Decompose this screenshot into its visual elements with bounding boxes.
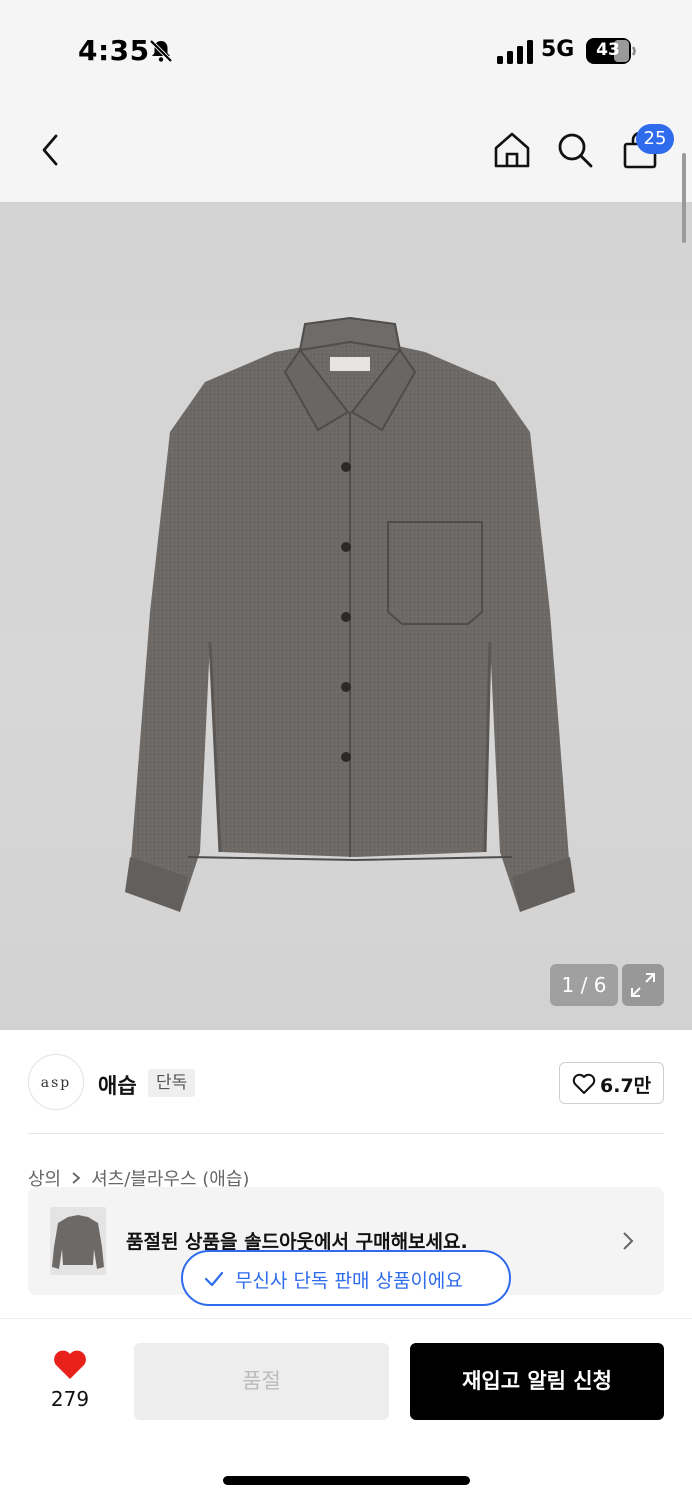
status-bar: 4:35 5G 43 xyxy=(0,0,692,100)
brand-name[interactable]: 애습 xyxy=(98,1070,137,1100)
exclusive-sale-pill: 무신사 단독 판매 상품이에요 xyxy=(181,1250,511,1306)
expand-icon[interactable] xyxy=(622,964,664,1006)
cart-count-badge: 25 xyxy=(636,124,674,154)
bottom-action-bar: 279 품절 재입고 알림 신청 xyxy=(0,1318,692,1500)
image-page-indicator: 1 / 6 xyxy=(550,964,618,1006)
chevron-right-icon xyxy=(72,1172,81,1184)
brand-logo[interactable]: asp xyxy=(28,1054,84,1110)
check-icon xyxy=(204,1271,224,1287)
signal-bars-icon xyxy=(497,40,533,64)
product-thumbnail xyxy=(50,1207,106,1275)
scroll-indicator[interactable] xyxy=(682,153,686,243)
wishlist-count: 279 xyxy=(50,1387,90,1411)
heart-outline-icon xyxy=(572,1073,596,1094)
brand-like-count: 6.7만 xyxy=(600,1075,652,1097)
chevron-left-icon[interactable] xyxy=(34,130,66,170)
home-indicator xyxy=(223,1476,470,1485)
heart-filled-icon[interactable] xyxy=(52,1349,88,1381)
divider xyxy=(28,1133,664,1134)
shirt-image xyxy=(125,316,575,912)
search-icon[interactable] xyxy=(556,130,594,170)
top-nav xyxy=(0,100,692,202)
soldout-button: 품절 xyxy=(134,1343,389,1420)
restock-alert-button[interactable]: 재입고 알림 신청 xyxy=(410,1343,664,1420)
brand-row: asp 애습 단독 6.7만 xyxy=(0,1030,692,1135)
bell-slash-icon xyxy=(149,39,173,63)
product-image[interactable]: 1 / 6 xyxy=(0,202,692,1030)
brand-like-button[interactable]: 6.7만 xyxy=(559,1062,664,1104)
battery-level: 43 xyxy=(596,40,620,60)
network-label: 5G xyxy=(541,37,575,62)
exclusive-sale-text: 무신사 단독 판매 상품이에요 xyxy=(235,1270,463,1292)
home-icon[interactable] xyxy=(492,130,532,170)
status-time: 4:35 xyxy=(78,34,150,67)
chevron-right-icon xyxy=(623,1232,634,1250)
exclusive-tag: 단독 xyxy=(148,1069,196,1097)
